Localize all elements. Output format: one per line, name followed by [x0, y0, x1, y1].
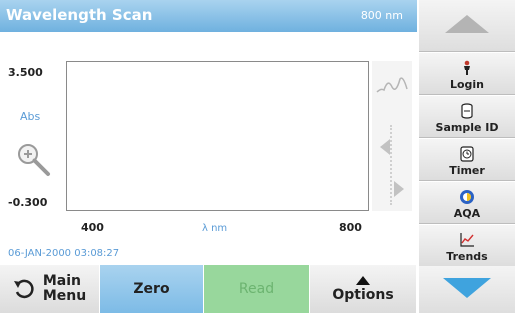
back-arrow-icon [13, 279, 34, 299]
login-button[interactable]: Login [419, 53, 515, 95]
scroll-panel [372, 61, 412, 211]
person-icon [464, 60, 470, 75]
zoom-in-icon[interactable] [14, 140, 54, 180]
timer-label: Timer [449, 164, 485, 177]
options-label: Options [332, 286, 394, 303]
right-side-menu: Login Sample ID Timer AQA Trends [419, 0, 515, 313]
sample-id-label: Sample ID [435, 121, 499, 134]
sample-id-button[interactable]: Sample ID [419, 96, 515, 138]
trends-label: Trends [446, 250, 488, 263]
y-axis-max: 3.500 [8, 66, 43, 79]
aqa-button[interactable]: AQA [419, 182, 515, 224]
bottom-toolbar: Main Menu Zero Read Options [0, 265, 417, 313]
trends-button[interactable]: Trends [419, 225, 515, 267]
chart-icon [460, 233, 474, 247]
screen-title: Wavelength Scan [6, 6, 153, 24]
y-axis-min: -0.300 [8, 196, 48, 209]
zero-button[interactable]: Zero [100, 265, 204, 313]
scroll-track [390, 125, 392, 205]
login-label: Login [449, 78, 485, 91]
timer-button[interactable]: Timer [419, 139, 515, 181]
timestamp: 06-JAN-2000 03:08:27 [8, 248, 120, 259]
arrow-right-icon[interactable] [394, 181, 404, 197]
x-axis-max: 800 [339, 221, 362, 234]
triangle-up-icon [356, 275, 370, 285]
main-menu-button[interactable]: Main Menu [0, 265, 100, 313]
aqa-label: AQA [453, 207, 481, 220]
x-axis-min: 400 [81, 221, 104, 234]
x-axis-label: λ nm [202, 223, 228, 234]
scroll-down-button[interactable] [419, 266, 515, 313]
options-button[interactable]: Options [310, 265, 417, 313]
cylinder-icon [461, 103, 473, 119]
triangle-up-icon [445, 15, 489, 33]
scan-plot-area[interactable] [66, 61, 369, 211]
y-axis-label: Abs [20, 110, 41, 123]
scroll-up-button[interactable] [419, 0, 515, 52]
wavelength-readout: 800 nm [360, 9, 403, 22]
aqa-icon [460, 190, 474, 204]
timer-icon [460, 146, 474, 162]
main-menu-label: Main Menu [42, 273, 87, 304]
wave-icon [376, 77, 408, 93]
triangle-down-icon [443, 278, 491, 298]
arrow-left-icon[interactable] [380, 139, 390, 155]
read-button[interactable]: Read [204, 265, 310, 313]
title-bar: Wavelength Scan 800 nm [0, 0, 417, 32]
